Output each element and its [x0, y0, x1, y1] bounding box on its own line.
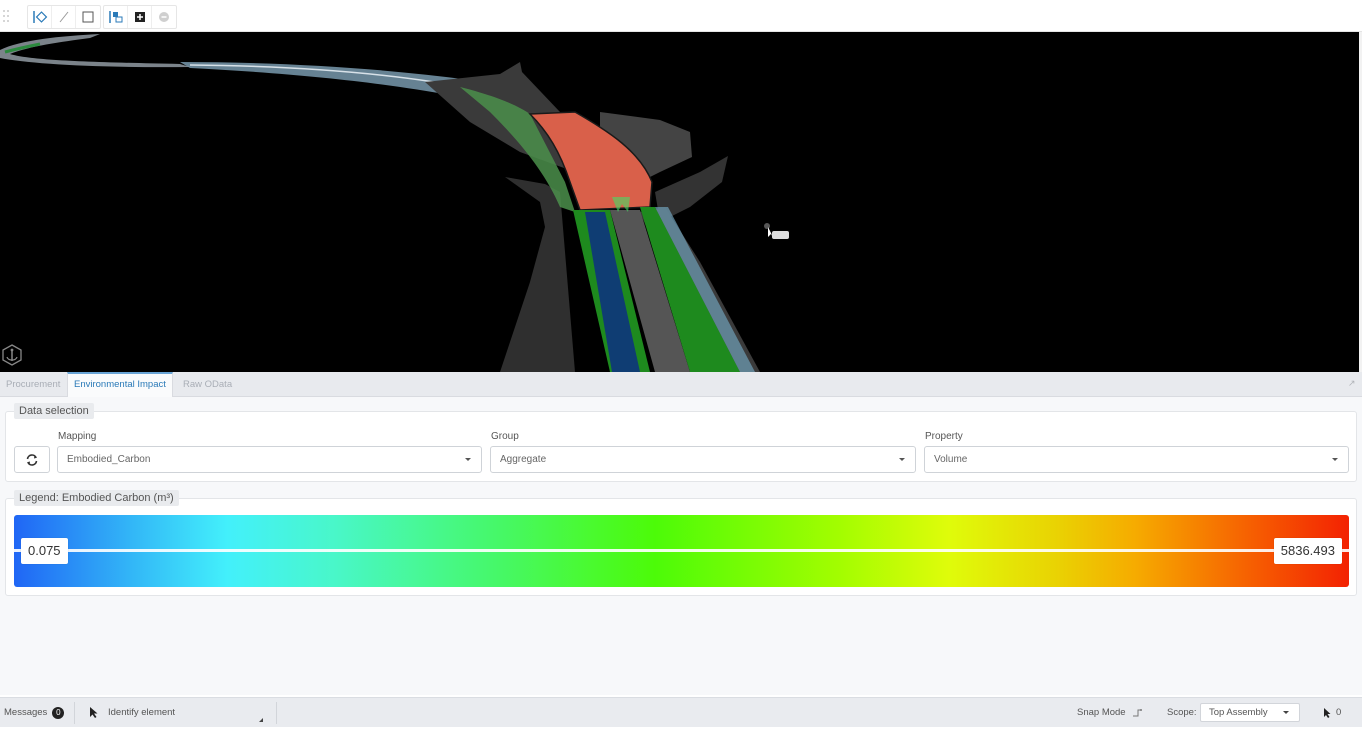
remove-selection-icon	[159, 12, 169, 22]
divider	[74, 702, 75, 724]
refresh-button[interactable]	[14, 446, 50, 473]
toolbar-grip-handle[interactable]	[3, 10, 9, 24]
group-select[interactable]: Aggregate	[490, 446, 916, 473]
drawing-tools-group	[27, 5, 101, 29]
property-value: Volume	[934, 454, 968, 465]
group-label: Group	[491, 431, 519, 442]
tab-raw-odata[interactable]: Raw OData	[177, 372, 238, 397]
environmental-impact-panel: Data selection Mapping Embodied_Carbon G…	[0, 397, 1362, 695]
app-logo-icon	[2, 344, 22, 366]
chevron-down-icon	[465, 458, 471, 461]
group-value: Aggregate	[500, 454, 547, 465]
chevron-down-icon	[899, 458, 905, 461]
selection-mode-icon	[108, 11, 122, 23]
max-value-handle[interactable]: 5836.493	[1273, 538, 1342, 564]
add-selection-button[interactable]	[128, 6, 152, 28]
chevron-down-icon	[1332, 458, 1338, 461]
add-selection-icon	[134, 12, 145, 22]
mapping-value: Embodied_Carbon	[67, 454, 151, 465]
range-slider-track[interactable]	[14, 549, 1349, 552]
pointer-icon	[1324, 707, 1331, 718]
road-curve-far	[0, 34, 190, 68]
expand-panel-icon[interactable]: ↗	[1348, 378, 1358, 388]
divider	[276, 702, 277, 724]
snap-mode-icon	[1132, 709, 1142, 717]
point-select-button[interactable]	[28, 6, 52, 28]
3d-viewport[interactable]	[0, 32, 1359, 372]
chevron-down-icon	[1283, 711, 1289, 714]
messages-count-badge: 0	[52, 707, 65, 719]
mapping-select[interactable]: Embodied_Carbon	[57, 446, 482, 473]
resize-corner-icon[interactable]	[259, 718, 264, 723]
min-value-handle[interactable]: 0.075	[21, 538, 68, 564]
messages-label: Messages	[4, 707, 48, 718]
tab-procurement[interactable]: Procurement	[0, 372, 66, 397]
pointer-icon	[90, 707, 98, 718]
selection-tools-group	[103, 5, 177, 29]
identify-element-label: Identify element	[108, 707, 176, 718]
tab-bar: Procurement Environmental Impact Raw ODa…	[0, 372, 1362, 398]
selection-count[interactable]: 0	[1323, 698, 1341, 728]
snap-mode-button[interactable]: Snap Mode	[1077, 698, 1143, 728]
legend-title: Legend: Embodied Carbon (m³)	[14, 490, 179, 506]
snap-mode-label: Snap Mode	[1077, 707, 1126, 718]
data-selection-title: Data selection	[14, 403, 94, 419]
selection-count-value: 0	[1336, 707, 1342, 718]
scope-select[interactable]: Top Assembly	[1200, 703, 1300, 722]
rectangle-tool-button[interactable]	[76, 6, 100, 28]
color-scale-bar: 0.075 5836.493	[14, 515, 1349, 587]
scope-value: Top Assembly	[1209, 707, 1268, 718]
identify-element-button[interactable]: Identify element	[89, 698, 175, 728]
messages-button[interactable]: Messages 0	[4, 698, 65, 728]
road-model-render	[0, 34, 760, 372]
refresh-icon	[26, 453, 38, 466]
point-select-icon	[32, 11, 47, 23]
selection-mode-button[interactable]	[104, 6, 128, 28]
remove-selection-button[interactable]	[152, 6, 176, 28]
line-tool-button[interactable]	[52, 6, 76, 28]
mouse-cursor-icon	[764, 223, 789, 239]
rectangle-tool-icon	[82, 11, 94, 23]
mapping-label: Mapping	[58, 431, 97, 442]
status-bar: Messages 0 Identify element Snap Mode Sc…	[0, 697, 1362, 727]
scope-label: Scope:	[1167, 707, 1197, 718]
property-label: Property	[925, 431, 963, 442]
viewport-toolbar	[0, 0, 1362, 32]
property-select[interactable]: Volume	[924, 446, 1349, 473]
line-tool-icon	[59, 11, 68, 23]
tab-environmental-impact[interactable]: Environmental Impact	[67, 372, 173, 398]
